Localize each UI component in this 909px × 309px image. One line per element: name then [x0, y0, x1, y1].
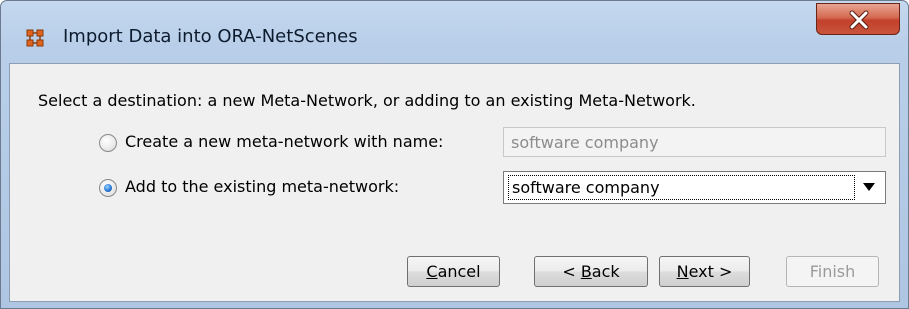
ora-app-icon: [26, 29, 44, 47]
close-button[interactable]: [816, 3, 900, 35]
new-network-name-field[interactable]: software company: [503, 127, 886, 157]
back-button[interactable]: < Back: [534, 256, 648, 287]
existing-network-value-box: software company: [508, 175, 855, 200]
chevron-down-icon[interactable]: [863, 183, 875, 191]
radio-create-new-label[interactable]: Create a new meta-network with name:: [125, 132, 443, 151]
radio-add-existing[interactable]: [99, 179, 117, 197]
radio-add-existing-label[interactable]: Add to the existing meta-network:: [125, 177, 399, 196]
close-icon: [849, 10, 869, 30]
window-title: Import Data into ORA-NetScenes: [63, 26, 358, 47]
title-bar[interactable]: Import Data into ORA-NetScenes: [1, 1, 908, 63]
existing-network-select[interactable]: software company: [503, 171, 886, 204]
cancel-button[interactable]: Cancel: [407, 256, 500, 287]
dialog-body: Select a destination: a new Meta-Network…: [9, 63, 900, 302]
finish-button[interactable]: Finish: [786, 256, 879, 287]
dialog-window: Import Data into ORA-NetScenes Select a …: [0, 0, 909, 309]
next-button[interactable]: Next >: [659, 256, 750, 287]
destination-prompt: Select a destination: a new Meta-Network…: [38, 91, 696, 110]
radio-create-new[interactable]: [99, 134, 117, 152]
existing-network-value: software company: [512, 178, 660, 197]
